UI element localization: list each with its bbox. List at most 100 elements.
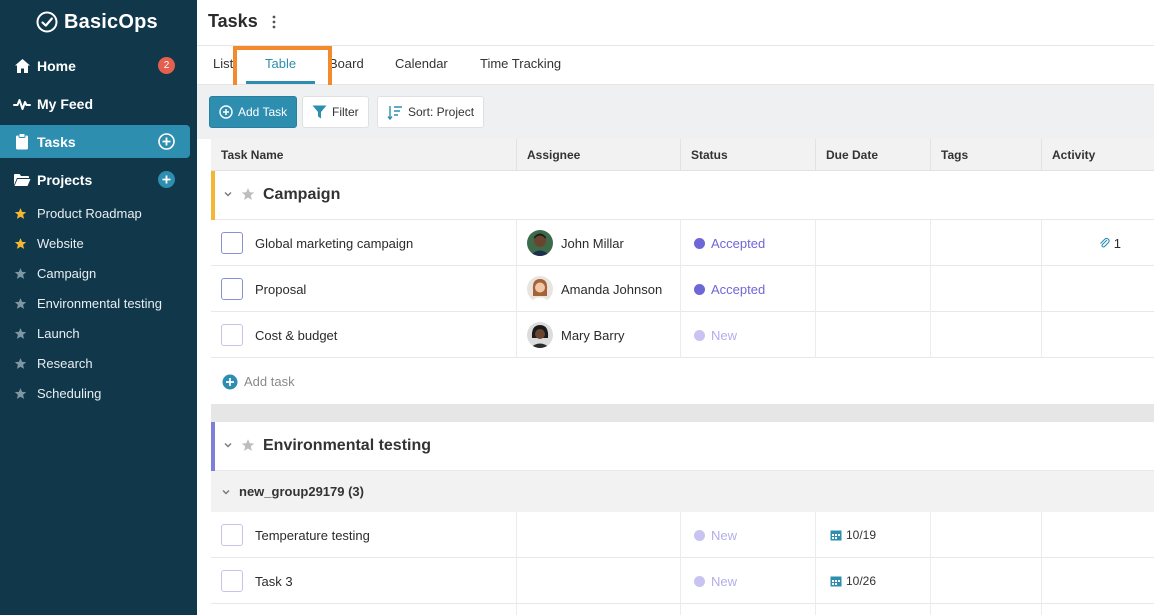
sort-label: Sort: Project bbox=[408, 105, 475, 119]
chevron-down-icon[interactable] bbox=[223, 440, 233, 450]
project-item-scheduling[interactable]: Scheduling bbox=[0, 380, 190, 406]
assignee-cell[interactable]: Amanda Johnson bbox=[517, 266, 681, 312]
tab-board[interactable]: Board bbox=[329, 56, 364, 71]
nav-projects[interactable]: Projects bbox=[0, 163, 190, 196]
tags-cell[interactable] bbox=[931, 266, 1042, 312]
star-filled-icon[interactable] bbox=[14, 207, 28, 220]
project-item-launch[interactable]: Launch bbox=[0, 320, 190, 346]
activity-cell[interactable]: 1 bbox=[1042, 220, 1154, 266]
add-task-label: Add Task bbox=[238, 105, 288, 119]
add-task-row[interactable]: Add task bbox=[211, 358, 1154, 404]
tab-list[interactable]: List bbox=[213, 56, 233, 71]
filter-button[interactable]: Filter bbox=[302, 96, 369, 128]
clipboard-icon bbox=[13, 133, 31, 151]
add-task-button[interactable]: Add Task bbox=[209, 96, 298, 128]
more-options-icon[interactable] bbox=[269, 14, 279, 30]
tags-cell[interactable] bbox=[931, 512, 1042, 558]
project-label: Scheduling bbox=[37, 385, 102, 401]
status-cell[interactable]: New bbox=[681, 512, 816, 558]
brand-logo[interactable]: BasicOps bbox=[35, 9, 158, 35]
table-row[interactable]: Global marketing campaign John Millar Ac… bbox=[211, 220, 1154, 266]
status-cell[interactable]: New bbox=[681, 558, 816, 604]
task-checkbox[interactable] bbox=[221, 232, 243, 254]
due-date-cell[interactable] bbox=[816, 312, 931, 358]
assignee-cell[interactable]: Mary Barry bbox=[517, 312, 681, 358]
task-checkbox[interactable] bbox=[221, 278, 243, 300]
project-item-website[interactable]: Website bbox=[0, 230, 190, 256]
activity-cell[interactable] bbox=[1042, 512, 1154, 558]
task-name[interactable]: Task 3 bbox=[255, 574, 293, 589]
star-icon[interactable] bbox=[241, 187, 255, 201]
project-item-research[interactable]: Research bbox=[0, 350, 190, 376]
star-icon[interactable] bbox=[14, 327, 28, 340]
assignee-cell[interactable] bbox=[517, 558, 681, 604]
table-row[interactable] bbox=[211, 604, 1154, 615]
column-header-tags[interactable]: Tags bbox=[931, 139, 1042, 171]
task-name[interactable]: Temperature testing bbox=[255, 528, 370, 543]
task-checkbox[interactable] bbox=[221, 324, 243, 346]
star-filled-icon[interactable] bbox=[14, 237, 28, 250]
add-task-link[interactable]: Add task bbox=[244, 374, 295, 389]
sidebar: BasicOps Home 2 My Feed Tasks Projects P… bbox=[0, 0, 197, 615]
tags-cell[interactable] bbox=[931, 558, 1042, 604]
star-icon[interactable] bbox=[14, 387, 28, 400]
star-icon[interactable] bbox=[14, 357, 28, 370]
assignee-cell[interactable] bbox=[517, 512, 681, 558]
task-name-cell: Cost & budget bbox=[211, 312, 517, 358]
add-task-plus-icon[interactable] bbox=[158, 133, 175, 150]
tab-time-tracking[interactable]: Time Tracking bbox=[480, 56, 561, 71]
nav-tasks-label: Tasks bbox=[37, 133, 76, 150]
due-date-cell[interactable] bbox=[816, 266, 931, 312]
status-cell[interactable]: Accepted bbox=[681, 266, 816, 312]
nav-tasks[interactable]: Tasks bbox=[0, 125, 190, 158]
brand-name: BasicOps bbox=[64, 10, 158, 33]
table-header: Task Name Assignee Status Due Date Tags … bbox=[211, 139, 1154, 171]
column-header-assignee[interactable]: Assignee bbox=[517, 139, 681, 171]
group-header-environmental-testing[interactable]: Environmental testing bbox=[211, 422, 1154, 471]
task-checkbox[interactable] bbox=[221, 524, 243, 546]
sort-button[interactable]: Sort: Project bbox=[377, 96, 485, 128]
column-header-activity[interactable]: Activity bbox=[1042, 139, 1154, 171]
task-name[interactable]: Proposal bbox=[255, 282, 306, 297]
group-header-campaign[interactable]: Campaign bbox=[211, 171, 1154, 220]
avatar bbox=[527, 276, 553, 302]
column-header-status[interactable]: Status bbox=[681, 139, 816, 171]
status-dot-icon bbox=[694, 283, 705, 295]
group-color-bar bbox=[211, 422, 215, 471]
tags-cell[interactable] bbox=[931, 312, 1042, 358]
activity-cell[interactable] bbox=[1042, 312, 1154, 358]
chevron-down-icon[interactable] bbox=[221, 487, 231, 497]
status-label: New bbox=[711, 573, 738, 589]
nav-my-feed[interactable]: My Feed bbox=[0, 87, 190, 120]
project-item-environmental-testing[interactable]: Environmental testing bbox=[0, 290, 190, 316]
subgroup-header[interactable]: new_group29179 (3) bbox=[211, 471, 1154, 513]
tags-cell[interactable] bbox=[931, 220, 1042, 266]
chevron-down-icon[interactable] bbox=[223, 189, 233, 199]
assignee-cell[interactable]: John Millar bbox=[517, 220, 681, 266]
table-row[interactable]: Task 3 New 10/26 bbox=[211, 558, 1154, 604]
status-dot-icon bbox=[694, 529, 705, 541]
project-item-product-roadmap[interactable]: Product Roadmap bbox=[0, 200, 190, 226]
column-header-due-date[interactable]: Due Date bbox=[816, 139, 931, 171]
due-date-cell[interactable] bbox=[816, 220, 931, 266]
tab-calendar[interactable]: Calendar bbox=[395, 56, 448, 71]
due-date-cell[interactable]: 10/26 bbox=[816, 558, 931, 604]
table-row[interactable]: Cost & budget Mary Barry New bbox=[211, 312, 1154, 358]
star-icon[interactable] bbox=[14, 297, 28, 310]
add-project-plus-icon[interactable] bbox=[158, 171, 175, 188]
table-row[interactable]: Proposal Amanda Johnson Accepted bbox=[211, 266, 1154, 312]
star-icon[interactable] bbox=[241, 438, 255, 452]
column-header-task-name[interactable]: Task Name bbox=[211, 139, 517, 171]
table-row[interactable]: Temperature testing New 10/19 bbox=[211, 512, 1154, 558]
activity-cell[interactable] bbox=[1042, 558, 1154, 604]
star-icon[interactable] bbox=[14, 267, 28, 280]
nav-home[interactable]: Home 2 bbox=[0, 49, 190, 82]
task-checkbox[interactable] bbox=[221, 570, 243, 592]
task-name[interactable]: Global marketing campaign bbox=[255, 236, 413, 251]
status-cell[interactable]: Accepted bbox=[681, 220, 816, 266]
task-name[interactable]: Cost & budget bbox=[255, 328, 337, 343]
project-item-campaign[interactable]: Campaign bbox=[0, 260, 190, 286]
status-cell[interactable]: New bbox=[681, 312, 816, 358]
activity-cell[interactable] bbox=[1042, 266, 1154, 312]
due-date-cell[interactable]: 10/19 bbox=[816, 512, 931, 558]
